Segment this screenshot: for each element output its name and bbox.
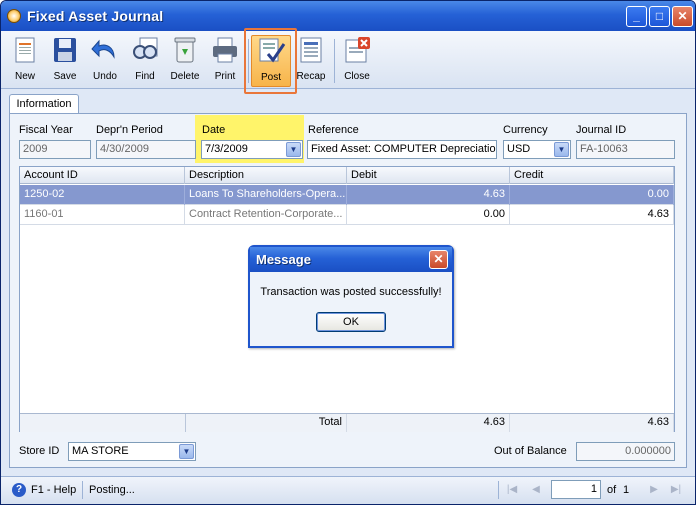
- grid-total-row: Total 4.63 4.63: [20, 413, 674, 432]
- out-of-balance-field[interactable]: 0.000000: [576, 442, 675, 461]
- total-debit: 4.63: [347, 414, 510, 432]
- last-page-icon[interactable]: ▶|: [669, 483, 683, 497]
- find-icon: [133, 37, 158, 59]
- debit-cell[interactable]: 0.00: [347, 205, 510, 225]
- delete-label: Delete: [170, 71, 200, 82]
- fixed-asset-journal-window: Fixed Asset Journal _ □ ✕ New Save Undo: [0, 0, 696, 505]
- dialog-close-button[interactable]: ✕: [429, 250, 448, 269]
- status-divider: [82, 481, 83, 499]
- toolbar-separator: [334, 39, 335, 83]
- total-label: Total: [185, 414, 347, 432]
- reference-field[interactable]: Fixed Asset: COMPUTER Depreciation: [307, 140, 497, 159]
- table-row[interactable]: 1250-02 Loans To Shareholders-Opera... 4…: [20, 185, 674, 205]
- save-label: Save: [53, 71, 77, 82]
- app-icon: [7, 9, 21, 23]
- status-bar: ? F1 - Help Posting... |◀ ◀ 1 of 1 ▶ ▶|: [1, 476, 695, 504]
- journal-id-field[interactable]: FA-10063: [576, 140, 675, 159]
- dialog-title[interactable]: Message: [250, 247, 452, 272]
- chevron-down-icon[interactable]: ▼: [179, 444, 194, 459]
- new-label: New: [14, 71, 35, 82]
- undo-label: Undo: [93, 71, 117, 82]
- description-cell[interactable]: Loans To Shareholders-Opera...: [185, 185, 347, 205]
- find-label: Find: [135, 71, 155, 82]
- recap-icon: [300, 37, 322, 63]
- message-dialog: Message ✕ Transaction was posted success…: [248, 245, 454, 348]
- status-text: Posting...: [89, 484, 135, 496]
- undo-button[interactable]: Undo: [85, 35, 125, 87]
- currency-label: Currency: [503, 124, 548, 136]
- status-divider: [498, 481, 499, 499]
- out-of-balance-label: Out of Balance: [494, 445, 567, 457]
- help-label[interactable]: F1 - Help: [31, 484, 76, 496]
- deprn-period-field[interactable]: 4/30/2009: [96, 140, 196, 159]
- previous-page-icon[interactable]: ◀: [529, 483, 543, 497]
- account-id-cell[interactable]: 1250-02: [20, 185, 185, 205]
- store-id-value: MA STORE: [72, 445, 129, 457]
- delete-icon: [174, 37, 196, 63]
- title-bar[interactable]: Fixed Asset Journal _ □ ✕: [1, 1, 695, 31]
- column-header-description[interactable]: Description: [185, 167, 347, 184]
- print-label: Print: [214, 71, 236, 82]
- date-field[interactable]: 7/3/2009 ▼: [201, 140, 303, 159]
- recap-button[interactable]: Recap: [291, 35, 331, 87]
- currency-value: USD: [507, 143, 531, 155]
- undo-icon: [91, 39, 115, 59]
- date-value: 7/3/2009: [205, 143, 248, 155]
- page-number-input[interactable]: 1: [551, 480, 601, 499]
- deprn-period-label: Depr'n Period: [96, 124, 163, 136]
- new-icon: [15, 37, 35, 63]
- column-header-debit[interactable]: Debit: [347, 167, 510, 184]
- fiscal-year-label: Fiscal Year: [19, 124, 73, 136]
- date-label: Date: [202, 124, 226, 136]
- find-button[interactable]: Find: [125, 35, 165, 87]
- table-row[interactable]: 1160-01 Contract Retention-Corporate... …: [20, 205, 674, 225]
- total-pages: 1: [623, 484, 630, 496]
- delete-button[interactable]: Delete: [165, 35, 205, 87]
- grid-header: Account ID Description Debit Credit: [20, 167, 674, 184]
- chevron-down-icon[interactable]: ▼: [554, 142, 569, 157]
- new-button[interactable]: New: [5, 35, 45, 87]
- reference-label: Reference: [308, 124, 359, 136]
- close-window-button[interactable]: ✕: [672, 6, 693, 27]
- next-page-icon[interactable]: ▶: [647, 483, 661, 497]
- store-id-select[interactable]: MA STORE ▼: [68, 442, 196, 461]
- recap-label: Recap: [296, 71, 326, 82]
- total-credit: 4.63: [510, 414, 674, 432]
- store-id-label: Store ID: [19, 445, 60, 457]
- maximize-button[interactable]: □: [649, 6, 670, 27]
- save-button[interactable]: Save: [45, 35, 85, 87]
- column-header-credit[interactable]: Credit: [510, 167, 674, 184]
- currency-select[interactable]: USD ▼: [503, 140, 571, 159]
- account-id-cell[interactable]: 1160-01: [20, 205, 185, 225]
- of-label: of: [607, 484, 617, 496]
- print-icon: [213, 37, 237, 63]
- toolbar: New Save Undo Find Delete Print Post Rec…: [1, 31, 695, 89]
- print-button[interactable]: Print: [205, 35, 245, 87]
- debit-cell[interactable]: 4.63: [347, 185, 510, 205]
- close-label: Close: [344, 71, 370, 82]
- description-cell[interactable]: Contract Retention-Corporate...: [185, 205, 347, 225]
- column-header-account-id[interactable]: Account ID: [20, 167, 185, 184]
- journal-id-label: Journal ID: [576, 124, 627, 136]
- window-title: Fixed Asset Journal: [27, 8, 164, 24]
- fiscal-year-field[interactable]: 2009: [19, 140, 91, 159]
- close-icon: [345, 37, 370, 63]
- dialog-message: Transaction was posted successfully!: [260, 286, 442, 298]
- close-button[interactable]: Close: [337, 35, 377, 87]
- chevron-down-icon[interactable]: ▼: [286, 142, 301, 157]
- help-icon[interactable]: ?: [12, 483, 26, 497]
- credit-cell[interactable]: 0.00: [510, 185, 674, 205]
- minimize-button[interactable]: _: [626, 6, 647, 27]
- credit-cell[interactable]: 4.63: [510, 205, 674, 225]
- post-highlight-box: [244, 28, 297, 94]
- ok-button[interactable]: OK: [316, 312, 386, 332]
- tab-information[interactable]: Information: [9, 94, 79, 114]
- save-icon: [54, 38, 76, 62]
- first-page-icon[interactable]: |◀: [505, 483, 519, 497]
